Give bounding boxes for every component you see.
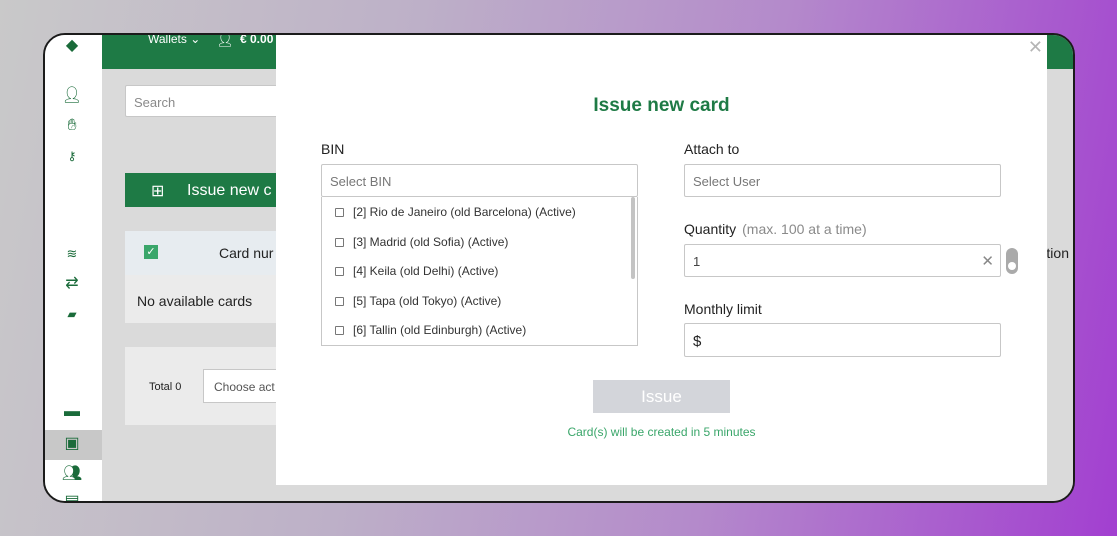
quantity-toggle[interactable]	[1006, 248, 1018, 274]
attach-user-select[interactable]: Select User	[684, 164, 1001, 197]
bin-option[interactable]: [5] Tapa (old Tokyo) (Active)	[322, 286, 637, 316]
column-action: tion	[1046, 245, 1069, 261]
add-card-icon: ⊞	[151, 183, 165, 200]
handshake-icon[interactable]: ✋︎	[61, 117, 83, 135]
balance-text: € 0.00	[240, 33, 274, 46]
monthly-limit-label: Monthly limit	[684, 301, 762, 317]
cash-icon[interactable]: ▤	[61, 493, 83, 501]
attach-label: Attach to	[684, 141, 740, 157]
app-window: ◆ 👤︎ ✋︎ ⚷ ≋ ⇄ ▰ ▬ ▣ 👥︎ ▤ Wallets ⌄ 👤︎ € …	[43, 33, 1075, 503]
logo-icon[interactable]: ◆	[61, 37, 83, 55]
close-icon[interactable]: ✕	[1028, 37, 1043, 58]
modal-title: Issue new card	[593, 95, 730, 116]
issue-button[interactable]: Issue	[593, 380, 730, 413]
issue-new-card-label: Issue new c	[187, 182, 272, 199]
quantity-input[interactable]: 1 ✕	[684, 244, 1001, 277]
account-icon[interactable]: 👤︎	[216, 35, 234, 47]
checkbox-icon[interactable]	[335, 326, 344, 336]
dropdown-scrollbar[interactable]	[631, 197, 635, 279]
select-all-checkbox[interactable]: ✓	[144, 245, 158, 259]
issue-card-modal: ✕ Issue new card BIN Select BIN [2] Rio …	[276, 35, 1047, 485]
bin-option[interactable]: [4] Keila (old Delhi) (Active)	[322, 256, 637, 286]
checkbox-icon[interactable]	[335, 267, 344, 277]
monthly-limit-input[interactable]: $	[684, 323, 1001, 357]
quantity-label: Quantity (max. 100 at a time)	[684, 221, 867, 237]
bin-option[interactable]: [2] Rio de Janeiro (old Barcelona) (Acti…	[322, 197, 637, 227]
bin-dropdown: [2] Rio de Janeiro (old Barcelona) (Acti…	[321, 197, 638, 346]
column-card-number: Card nur	[219, 245, 274, 261]
transfer-icon[interactable]: ⇄	[61, 275, 83, 293]
checkbox-icon[interactable]	[335, 296, 344, 306]
bin-select[interactable]: Select BIN	[321, 164, 638, 197]
bin-option[interactable]: [6] Tallin (old Edinburgh) (Active)	[322, 315, 637, 345]
quantity-hint: (max. 100 at a time)	[742, 221, 867, 237]
checkbox-icon[interactable]	[335, 237, 344, 247]
api-key-icon[interactable]: ⚷	[61, 147, 83, 165]
coins-icon[interactable]: ≋	[61, 245, 83, 263]
sidebar: ◆ 👤︎ ✋︎ ⚷ ≋ ⇄ ▰ ▬ ▣ 👥︎ ▤	[45, 35, 102, 501]
wallets-menu[interactable]: Wallets ⌄	[148, 35, 200, 46]
wallet-icon[interactable]: ▣	[61, 435, 83, 453]
total-count: Total 0	[149, 381, 182, 393]
user-icon[interactable]: 👤︎	[61, 87, 83, 105]
bin-label: BIN	[321, 141, 345, 157]
checkbox-icon[interactable]	[335, 208, 344, 217]
money-icon[interactable]: ▰	[61, 305, 83, 323]
card-icon[interactable]: ▬	[61, 403, 83, 421]
users-icon[interactable]: 👥︎	[61, 465, 83, 483]
bin-option[interactable]: [3] Madrid (old Sofia) (Active)	[322, 227, 637, 257]
clear-icon[interactable]: ✕	[981, 252, 994, 270]
creation-note: Card(s) will be created in 5 minutes	[567, 425, 756, 439]
